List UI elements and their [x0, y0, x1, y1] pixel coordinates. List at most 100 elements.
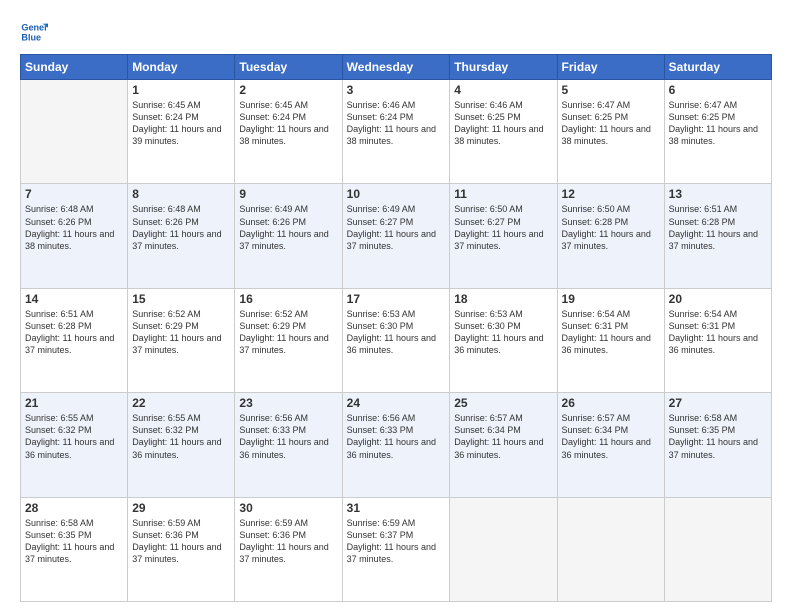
cell-info: Sunrise: 6:54 AMSunset: 6:31 PMDaylight:…	[562, 308, 660, 357]
cell-info: Sunrise: 6:47 AMSunset: 6:25 PMDaylight:…	[562, 99, 660, 148]
calendar-cell: 10Sunrise: 6:49 AMSunset: 6:27 PMDayligh…	[342, 184, 450, 288]
cell-info: Sunrise: 6:51 AMSunset: 6:28 PMDaylight:…	[25, 308, 123, 357]
day-number: 23	[239, 396, 337, 410]
day-number: 19	[562, 292, 660, 306]
day-number: 24	[347, 396, 446, 410]
cell-info: Sunrise: 6:50 AMSunset: 6:28 PMDaylight:…	[562, 203, 660, 252]
cell-info: Sunrise: 6:56 AMSunset: 6:33 PMDaylight:…	[347, 412, 446, 461]
cell-info: Sunrise: 6:49 AMSunset: 6:27 PMDaylight:…	[347, 203, 446, 252]
day-number: 5	[562, 83, 660, 97]
cell-info: Sunrise: 6:45 AMSunset: 6:24 PMDaylight:…	[132, 99, 230, 148]
day-number: 22	[132, 396, 230, 410]
cell-info: Sunrise: 6:46 AMSunset: 6:25 PMDaylight:…	[454, 99, 552, 148]
cell-info: Sunrise: 6:52 AMSunset: 6:29 PMDaylight:…	[239, 308, 337, 357]
cell-info: Sunrise: 6:53 AMSunset: 6:30 PMDaylight:…	[454, 308, 552, 357]
week-row: 14 Sunrise: 6:51 AMSunset: 6:28 PMDayligh…	[21, 288, 772, 392]
day-number: 25	[454, 396, 552, 410]
cell-info: Sunrise: 6:55 AMSunset: 6:32 PMDaylight:…	[132, 412, 230, 461]
calendar-cell: 15Sunrise: 6:52 AMSunset: 6:29 PMDayligh…	[128, 288, 235, 392]
svg-text:Blue: Blue	[21, 32, 41, 42]
header: General Blue	[20, 18, 772, 46]
calendar-cell: 21 Sunrise: 6:55 AMSunset: 6:32 PMDayligh…	[21, 393, 128, 497]
cell-info: Sunrise: 6:46 AMSunset: 6:24 PMDaylight:…	[347, 99, 446, 148]
calendar-cell: 12 Sunrise: 6:50 AMSunset: 6:28 PMDayligh…	[557, 184, 664, 288]
cell-info: Sunrise: 6:50 AMSunset: 6:27 PMDaylight:…	[454, 203, 552, 252]
cell-info: Sunrise: 6:47 AMSunset: 6:25 PMDaylight:…	[669, 99, 767, 148]
calendar-header-saturday: Saturday	[664, 55, 771, 80]
day-number: 6	[669, 83, 767, 97]
cell-info: Sunrise: 6:58 AMSunset: 6:35 PMDaylight:…	[669, 412, 767, 461]
week-row: 7 Sunrise: 6:48 AMSunset: 6:26 PMDaylight…	[21, 184, 772, 288]
cell-info: Sunrise: 6:54 AMSunset: 6:31 PMDaylight:…	[669, 308, 767, 357]
calendar-cell	[450, 497, 557, 601]
calendar-cell: 14 Sunrise: 6:51 AMSunset: 6:28 PMDayligh…	[21, 288, 128, 392]
cell-info: Sunrise: 6:58 AMSunset: 6:35 PMDaylight:…	[25, 517, 123, 566]
calendar-cell: 22 Sunrise: 6:55 AMSunset: 6:32 PMDayligh…	[128, 393, 235, 497]
day-number: 13	[669, 187, 767, 201]
calendar-header-friday: Friday	[557, 55, 664, 80]
day-number: 1	[132, 83, 230, 97]
calendar-cell: 17 Sunrise: 6:53 AMSunset: 6:30 PMDayligh…	[342, 288, 450, 392]
calendar-cell: 25Sunrise: 6:57 AMSunset: 6:34 PMDayligh…	[450, 393, 557, 497]
day-number: 2	[239, 83, 337, 97]
logo: General Blue	[20, 18, 52, 46]
week-row: 28 Sunrise: 6:58 AMSunset: 6:35 PMDayligh…	[21, 497, 772, 601]
day-number: 4	[454, 83, 552, 97]
calendar-header-thursday: Thursday	[450, 55, 557, 80]
calendar-cell: 24 Sunrise: 6:56 AMSunset: 6:33 PMDayligh…	[342, 393, 450, 497]
day-number: 27	[669, 396, 767, 410]
calendar-cell: 23Sunrise: 6:56 AMSunset: 6:33 PMDayligh…	[235, 393, 342, 497]
cell-info: Sunrise: 6:53 AMSunset: 6:30 PMDaylight:…	[347, 308, 446, 357]
week-row: 21 Sunrise: 6:55 AMSunset: 6:32 PMDayligh…	[21, 393, 772, 497]
cell-info: Sunrise: 6:45 AMSunset: 6:24 PMDaylight:…	[239, 99, 337, 148]
calendar-cell	[21, 80, 128, 184]
cell-info: Sunrise: 6:55 AMSunset: 6:32 PMDaylight:…	[25, 412, 123, 461]
calendar-cell: 18 Sunrise: 6:53 AMSunset: 6:30 PMDayligh…	[450, 288, 557, 392]
calendar-cell: 26Sunrise: 6:57 AMSunset: 6:34 PMDayligh…	[557, 393, 664, 497]
cell-info: Sunrise: 6:59 AMSunset: 6:37 PMDaylight:…	[347, 517, 446, 566]
calendar-table: SundayMondayTuesdayWednesdayThursdayFrid…	[20, 54, 772, 602]
calendar-cell: 9Sunrise: 6:49 AMSunset: 6:26 PMDaylight…	[235, 184, 342, 288]
calendar-cell: 5 Sunrise: 6:47 AMSunset: 6:25 PMDaylight…	[557, 80, 664, 184]
day-number: 3	[347, 83, 446, 97]
day-number: 18	[454, 292, 552, 306]
cell-info: Sunrise: 6:48 AMSunset: 6:26 PMDaylight:…	[132, 203, 230, 252]
calendar-cell: 13 Sunrise: 6:51 AMSunset: 6:28 PMDayligh…	[664, 184, 771, 288]
day-number: 30	[239, 501, 337, 515]
calendar-cell: 3 Sunrise: 6:46 AMSunset: 6:24 PMDaylight…	[342, 80, 450, 184]
calendar-cell: 2 Sunrise: 6:45 AMSunset: 6:24 PMDaylight…	[235, 80, 342, 184]
day-number: 29	[132, 501, 230, 515]
cell-info: Sunrise: 6:59 AMSunset: 6:36 PMDaylight:…	[132, 517, 230, 566]
day-number: 15	[132, 292, 230, 306]
calendar-cell: 27 Sunrise: 6:58 AMSunset: 6:35 PMDayligh…	[664, 393, 771, 497]
day-number: 8	[132, 187, 230, 201]
day-number: 9	[239, 187, 337, 201]
calendar-cell: 4 Sunrise: 6:46 AMSunset: 6:25 PMDaylight…	[450, 80, 557, 184]
day-number: 21	[25, 396, 123, 410]
calendar-cell	[557, 497, 664, 601]
calendar-cell: 31 Sunrise: 6:59 AMSunset: 6:37 PMDayligh…	[342, 497, 450, 601]
calendar-header-row: SundayMondayTuesdayWednesdayThursdayFrid…	[21, 55, 772, 80]
page: General Blue SundayMondayTuesdayWednesda…	[0, 0, 792, 612]
cell-info: Sunrise: 6:51 AMSunset: 6:28 PMDaylight:…	[669, 203, 767, 252]
cell-info: Sunrise: 6:48 AMSunset: 6:26 PMDaylight:…	[25, 203, 123, 252]
calendar-cell: 6 Sunrise: 6:47 AMSunset: 6:25 PMDaylight…	[664, 80, 771, 184]
day-number: 17	[347, 292, 446, 306]
day-number: 31	[347, 501, 446, 515]
day-number: 28	[25, 501, 123, 515]
calendar-cell: 16 Sunrise: 6:52 AMSunset: 6:29 PMDayligh…	[235, 288, 342, 392]
day-number: 16	[239, 292, 337, 306]
calendar-cell: 8 Sunrise: 6:48 AMSunset: 6:26 PMDaylight…	[128, 184, 235, 288]
day-number: 7	[25, 187, 123, 201]
calendar-cell	[664, 497, 771, 601]
day-number: 14	[25, 292, 123, 306]
calendar-cell: 30 Sunrise: 6:59 AMSunset: 6:36 PMDayligh…	[235, 497, 342, 601]
calendar-header-monday: Monday	[128, 55, 235, 80]
day-number: 20	[669, 292, 767, 306]
calendar-cell: 1 Sunrise: 6:45 AMSunset: 6:24 PMDaylight…	[128, 80, 235, 184]
calendar-header-tuesday: Tuesday	[235, 55, 342, 80]
day-number: 12	[562, 187, 660, 201]
calendar-cell: 19 Sunrise: 6:54 AMSunset: 6:31 PMDayligh…	[557, 288, 664, 392]
calendar-header-sunday: Sunday	[21, 55, 128, 80]
cell-info: Sunrise: 6:59 AMSunset: 6:36 PMDaylight:…	[239, 517, 337, 566]
